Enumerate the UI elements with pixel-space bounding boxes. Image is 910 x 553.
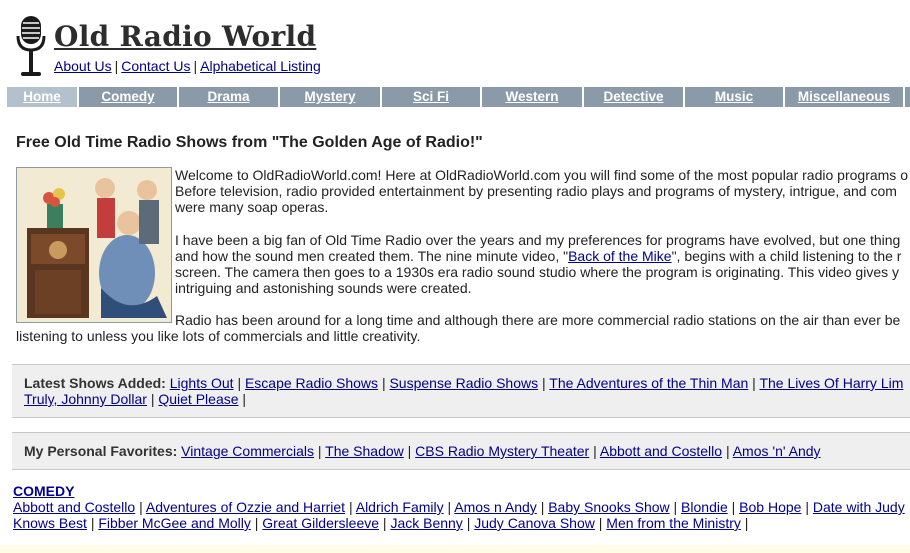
nav-mystery[interactable]: Mystery <box>280 87 382 107</box>
nav-music[interactable]: Music <box>685 87 785 107</box>
favorites-box: My Personal Favorites: Vintage Commercia… <box>12 432 910 470</box>
nav-sci-fi[interactable]: Sci Fi <box>382 87 482 107</box>
intro-para2-line1: I have been a big fan of Old Time Radio … <box>175 232 901 248</box>
latest-show-link[interactable]: Suspense Radio Shows <box>389 375 538 391</box>
favorite-link[interactable]: CBS Radio Mystery Theater <box>415 443 589 459</box>
site-header: Old Radio World About Us | Contact Us | Alph… <box>14 14 894 84</box>
comedy-show-link[interactable]: Date with Judy <box>813 499 905 515</box>
latest-shows-line1: Latest Shows Added: Lights Out | Escape … <box>24 375 904 391</box>
site-title[interactable]: Old Radio World <box>54 20 316 53</box>
latest-shows-box: Latest Shows Added: Lights Out | Escape … <box>12 364 910 418</box>
intro-para3-line2: listening to unless you like lots of com… <box>16 328 421 344</box>
back-of-the-mike-link[interactable]: Back of the Mike <box>568 248 672 264</box>
comedy-show-link[interactable]: Great Gildersleeve <box>262 515 379 531</box>
about-us-link[interactable]: About Us <box>54 58 112 74</box>
intro-para1-line1: Welcome to OldRadioWorld.com! Here at Ol… <box>175 167 908 183</box>
nav-detective[interactable]: Detective <box>584 87 685 107</box>
comedy-show-link[interactable]: Aldrich Family <box>356 499 444 515</box>
comedy-show-link[interactable]: Knows Best <box>13 515 87 531</box>
comedy-show-link[interactable]: Adventures of Ozzie and Harriet <box>146 499 345 515</box>
intro-para2-line2: and how the sound men created them. The … <box>175 248 902 264</box>
latest-shows-label: Latest Shows Added: <box>24 375 166 391</box>
comedy-show-link[interactable]: Men from the Ministry <box>606 515 741 531</box>
favorite-link[interactable]: The Shadow <box>325 443 404 459</box>
contact-us-link[interactable]: Contact Us <box>121 58 190 74</box>
favorites-line: My Personal Favorites: Vintage Commercia… <box>24 443 821 459</box>
comedy-show-link[interactable]: Abbott and Costello <box>13 499 135 515</box>
nav-drama[interactable]: Drama <box>179 87 280 107</box>
nav-miscellaneous[interactable]: Miscellaneous <box>785 87 905 107</box>
favorite-link[interactable]: Abbott and Costello <box>600 443 722 459</box>
comedy-show-link[interactable]: Blondie <box>681 499 728 515</box>
nav-home[interactable]: Home <box>7 87 79 107</box>
latest-show-link[interactable]: The Adventures of the Thin Man <box>549 375 748 391</box>
main-nav: Home Comedy Drama Mystery Sci Fi Western… <box>7 87 910 107</box>
intro-para1-line2: Before television, radio provided entert… <box>175 183 897 199</box>
favorite-link[interactable]: Vintage Commercials <box>181 443 314 459</box>
alphabetical-listing-link[interactable]: Alphabetical Listing <box>200 58 321 74</box>
comedy-show-link[interactable]: Bob Hope <box>739 499 801 515</box>
comedy-show-link[interactable]: Jack Benny <box>390 515 462 531</box>
microphone-icon <box>16 16 46 76</box>
intro-para2-line4: intriguing and astonishing sounds were c… <box>175 280 472 296</box>
page-title: Free Old Time Radio Shows from "The Gold… <box>16 134 483 151</box>
comedy-show-link[interactable]: Fibber McGee and Molly <box>98 515 251 531</box>
comedy-show-link[interactable]: Baby Snooks Show <box>548 499 669 515</box>
nav-comedy[interactable]: Comedy <box>79 87 179 107</box>
favorite-link[interactable]: Amos 'n' Andy <box>733 443 821 459</box>
nav-overflow <box>905 87 910 107</box>
latest-show-link[interactable]: Lights Out <box>170 375 234 391</box>
latest-show-link[interactable]: Truly, Johnny Dollar <box>24 391 147 407</box>
comedy-section-title[interactable]: COMEDY <box>13 483 74 499</box>
bottom-strip <box>0 545 910 553</box>
intro-para2-line3: screen. The camera then goes to a 1930s … <box>175 264 900 280</box>
latest-show-link[interactable]: The Lives Of Harry Lim <box>759 375 903 391</box>
latest-show-link[interactable]: Quiet Please <box>158 391 238 407</box>
comedy-show-link[interactable]: Amos n Andy <box>454 499 537 515</box>
comedy-line1: Abbott and Costello | Adventures of Ozzi… <box>13 499 905 515</box>
comedy-line2: Knows Best | Fibber McGee and Molly | Gr… <box>13 515 749 531</box>
intro-para1-line3: were many soap operas. <box>175 199 329 215</box>
favorites-label: My Personal Favorites: <box>24 443 178 459</box>
nav-western[interactable]: Western <box>482 87 584 107</box>
top-links: About Us | Contact Us | Alphabetical Listing <box>54 58 321 74</box>
vintage-radio-illustration <box>16 167 172 323</box>
latest-shows-line2: Truly, Johnny Dollar | Quiet Please | <box>24 391 247 407</box>
latest-show-link[interactable]: Escape Radio Shows <box>245 375 378 391</box>
comedy-show-link[interactable]: Judy Canova Show <box>474 515 595 531</box>
intro-section: Welcome to OldRadioWorld.com! Here at Ol… <box>16 167 910 347</box>
intro-para3-line1: Radio has been around for a long time an… <box>175 312 901 328</box>
